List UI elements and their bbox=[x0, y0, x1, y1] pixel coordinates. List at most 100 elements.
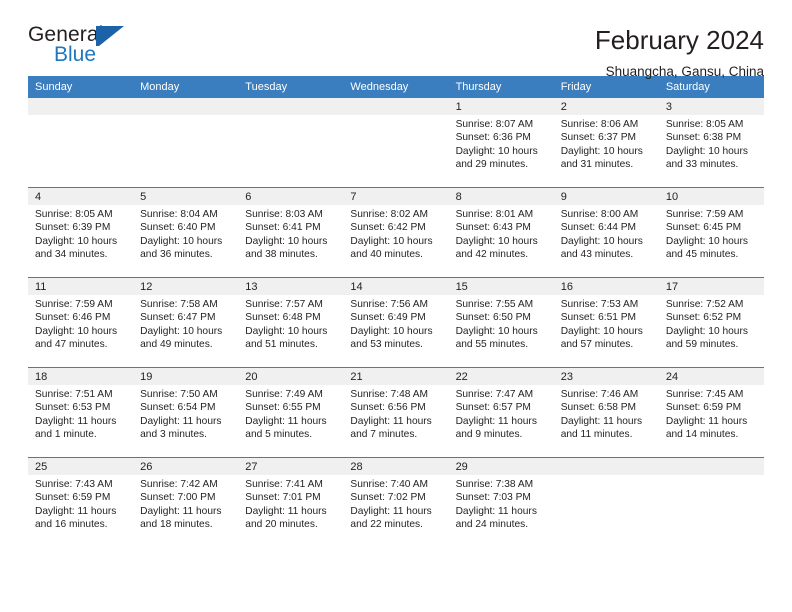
day-detail-line: and 55 minutes. bbox=[455, 338, 529, 350]
day-number: 20 bbox=[238, 368, 344, 385]
day-number: 18 bbox=[28, 368, 134, 385]
day-sun-details: Sunrise: 7:43 AM Sunset: 6:59 PM Daylight:… bbox=[28, 475, 133, 531]
calendar-day-cell[interactable]: 27 Sunrise: 7:41 AM Sunset: 7:01 PM Dayligh… bbox=[238, 457, 344, 547]
day-detail-line: Sunset: 7:03 PM bbox=[455, 492, 531, 504]
day-sun-details: Sunrise: 7:51 AM Sunset: 6:53 PM Daylight:… bbox=[28, 385, 133, 441]
day-detail-line: Sunset: 6:43 PM bbox=[455, 222, 531, 234]
day-detail-line: and 51 minutes. bbox=[245, 338, 318, 350]
calendar-day-cell[interactable]: 6 Sunrise: 8:03 AM Sunset: 6:41 PM Daylight… bbox=[238, 187, 344, 278]
day-number: 25 bbox=[28, 458, 134, 475]
day-header-monday: Monday bbox=[133, 76, 239, 98]
day-cell-inner: 11 Sunrise: 7:59 AM Sunset: 6:46 PM Dayligh… bbox=[28, 278, 134, 367]
day-detail-line: Sunset: 6:55 PM bbox=[245, 402, 321, 414]
calendar-day-cell[interactable]: 4 Sunrise: 8:05 AM Sunset: 6:39 PM Daylight… bbox=[28, 187, 134, 278]
calendar-day-cell[interactable]: 19 Sunrise: 7:50 AM Sunset: 6:54 PM Dayligh… bbox=[133, 367, 239, 458]
day-number: 26 bbox=[133, 458, 239, 475]
day-detail-line: Sunset: 6:51 PM bbox=[560, 312, 637, 324]
calendar-page: General Blue February 2024 Shuangcha, Ga… bbox=[0, 0, 792, 612]
day-detail-line: Sunrise: 7:43 AM bbox=[35, 479, 113, 490]
day-number: 5 bbox=[133, 188, 239, 205]
calendar-day-cell[interactable]: 20 Sunrise: 7:49 AM Sunset: 6:55 PM Dayligh… bbox=[238, 367, 344, 458]
day-detail-line: and 38 minutes. bbox=[245, 248, 318, 260]
calendar-day-cell[interactable]: 24 Sunrise: 7:45 AM Sunset: 6:59 PM Dayligh… bbox=[658, 367, 764, 458]
calendar-body: 1 Sunrise: 8:07 AM Sunset: 6:36 PM Daylight… bbox=[28, 98, 764, 547]
day-sun-details: Sunrise: 7:52 AM Sunset: 6:52 PM Daylight:… bbox=[659, 295, 764, 351]
calendar-day-cell[interactable]: 16 Sunrise: 7:53 AM Sunset: 6:51 PM Dayligh… bbox=[553, 277, 659, 368]
day-detail-line: Daylight: 10 hours bbox=[665, 235, 748, 247]
calendar-day-cell[interactable]: 13 Sunrise: 7:57 AM Sunset: 6:48 PM Dayligh… bbox=[238, 277, 344, 368]
calendar-day-cell[interactable]: 29 Sunrise: 7:38 AM Sunset: 7:03 PM Dayligh… bbox=[448, 457, 554, 547]
calendar-day-cell bbox=[658, 457, 764, 547]
day-detail-line: and 33 minutes. bbox=[665, 158, 739, 170]
day-detail-line: and 14 minutes. bbox=[665, 428, 739, 440]
day-number bbox=[28, 98, 134, 115]
day-sun-details: Sunrise: 7:59 AM Sunset: 6:46 PM Daylight:… bbox=[28, 295, 133, 351]
day-cell-inner: 25 Sunrise: 7:43 AM Sunset: 6:59 PM Dayligh… bbox=[28, 458, 134, 547]
calendar-day-cell[interactable]: 28 Sunrise: 7:40 AM Sunset: 7:02 PM Dayligh… bbox=[343, 457, 449, 547]
day-detail-line: Sunset: 6:58 PM bbox=[560, 402, 637, 414]
day-detail-line: Sunrise: 7:47 AM bbox=[455, 389, 534, 400]
day-cell-inner: 22 Sunrise: 7:47 AM Sunset: 6:57 PM Dayligh… bbox=[448, 368, 554, 457]
calendar-day-cell[interactable]: 5 Sunrise: 8:04 AM Sunset: 6:40 PM Daylight… bbox=[133, 187, 239, 278]
day-number: 16 bbox=[553, 278, 659, 295]
day-cell-inner: 19 Sunrise: 7:50 AM Sunset: 6:54 PM Dayligh… bbox=[133, 368, 239, 457]
calendar-day-cell[interactable]: 1 Sunrise: 8:07 AM Sunset: 6:36 PM Daylight… bbox=[448, 98, 554, 188]
day-detail-line: and 9 minutes. bbox=[455, 428, 523, 440]
calendar-day-cell[interactable]: 15 Sunrise: 7:55 AM Sunset: 6:50 PM Dayligh… bbox=[448, 277, 554, 368]
calendar-day-cell[interactable]: 26 Sunrise: 7:42 AM Sunset: 7:00 PM Dayligh… bbox=[133, 457, 239, 547]
day-sun-details: Sunrise: 7:50 AM Sunset: 6:54 PM Daylight:… bbox=[133, 385, 238, 441]
calendar-day-cell[interactable]: 8 Sunrise: 8:01 AM Sunset: 6:43 PM Daylight… bbox=[448, 187, 554, 278]
day-detail-line: Sunset: 6:41 PM bbox=[245, 222, 321, 234]
day-sun-details: Sunrise: 8:00 AM Sunset: 6:44 PM Daylight:… bbox=[554, 205, 659, 261]
day-detail-line: Sunset: 6:47 PM bbox=[140, 312, 216, 324]
calendar-day-cell[interactable]: 25 Sunrise: 7:43 AM Sunset: 6:59 PM Dayligh… bbox=[28, 457, 134, 547]
day-detail-line: Daylight: 11 hours bbox=[140, 415, 222, 427]
calendar-day-cell[interactable]: 3 Sunrise: 8:05 AM Sunset: 6:38 PM Daylight… bbox=[658, 98, 764, 188]
day-number bbox=[553, 458, 659, 475]
day-detail-line: Sunrise: 8:00 AM bbox=[560, 209, 639, 220]
day-header-tuesday: Tuesday bbox=[238, 76, 344, 98]
day-detail-line: Daylight: 10 hours bbox=[455, 325, 538, 337]
day-detail-line: Sunrise: 8:01 AM bbox=[455, 209, 534, 220]
day-sun-details: Sunrise: 7:53 AM Sunset: 6:51 PM Daylight:… bbox=[554, 295, 659, 351]
calendar-day-cell[interactable]: 7 Sunrise: 8:02 AM Sunset: 6:42 PM Daylight… bbox=[343, 187, 449, 278]
day-detail-line: Daylight: 11 hours bbox=[560, 415, 643, 427]
day-sun-details: Sunrise: 7:42 AM Sunset: 7:00 PM Daylight:… bbox=[133, 475, 238, 531]
day-number: 15 bbox=[448, 278, 554, 295]
calendar-day-cell[interactable]: 17 Sunrise: 7:52 AM Sunset: 6:52 PM Dayligh… bbox=[658, 277, 764, 368]
day-detail-line: and 43 minutes. bbox=[560, 248, 634, 260]
calendar-week-row: 11 Sunrise: 7:59 AM Sunset: 6:46 PM Dayligh… bbox=[28, 277, 764, 368]
day-cell-inner: 12 Sunrise: 7:58 AM Sunset: 6:47 PM Dayligh… bbox=[133, 278, 239, 367]
day-sun-details bbox=[133, 115, 238, 118]
calendar-day-cell[interactable]: 9 Sunrise: 8:00 AM Sunset: 6:44 PM Daylight… bbox=[553, 187, 659, 278]
brand-logo[interactable]: General Blue bbox=[28, 24, 148, 72]
calendar-day-cell[interactable]: 23 Sunrise: 7:46 AM Sunset: 6:58 PM Dayligh… bbox=[553, 367, 659, 458]
calendar-day-cell[interactable]: 22 Sunrise: 7:47 AM Sunset: 6:57 PM Dayligh… bbox=[448, 367, 554, 458]
day-detail-line: Daylight: 11 hours bbox=[245, 415, 327, 427]
calendar-week-row: 18 Sunrise: 7:51 AM Sunset: 6:53 PM Dayligh… bbox=[28, 367, 764, 458]
day-number bbox=[238, 98, 344, 115]
day-cell-inner bbox=[238, 98, 344, 187]
day-number bbox=[343, 98, 449, 115]
day-detail-line: Sunrise: 7:58 AM bbox=[140, 299, 218, 310]
calendar-day-cell[interactable]: 10 Sunrise: 7:59 AM Sunset: 6:45 PM Dayligh… bbox=[658, 187, 764, 278]
calendar-day-cell[interactable]: 12 Sunrise: 7:58 AM Sunset: 6:47 PM Dayligh… bbox=[133, 277, 239, 368]
day-detail-line: Daylight: 11 hours bbox=[455, 505, 537, 517]
day-number: 10 bbox=[658, 188, 764, 205]
day-detail-line: Sunset: 7:02 PM bbox=[350, 492, 426, 504]
day-number: 14 bbox=[343, 278, 449, 295]
day-detail-line: Sunset: 6:37 PM bbox=[560, 132, 637, 144]
day-detail-line: Daylight: 10 hours bbox=[455, 235, 538, 247]
calendar-day-cell[interactable]: 14 Sunrise: 7:56 AM Sunset: 6:49 PM Dayligh… bbox=[343, 277, 449, 368]
calendar-day-cell bbox=[133, 98, 239, 188]
day-sun-details: Sunrise: 8:06 AM Sunset: 6:37 PM Daylight:… bbox=[554, 115, 659, 171]
calendar-day-cell[interactable]: 11 Sunrise: 7:59 AM Sunset: 6:46 PM Dayligh… bbox=[28, 277, 134, 368]
calendar-day-cell[interactable]: 18 Sunrise: 7:51 AM Sunset: 6:53 PM Dayligh… bbox=[28, 367, 134, 458]
day-sun-details bbox=[238, 115, 343, 118]
day-cell-inner: 4 Sunrise: 8:05 AM Sunset: 6:39 PM Daylight… bbox=[28, 188, 134, 277]
day-sun-details: Sunrise: 7:59 AM Sunset: 6:45 PM Daylight:… bbox=[659, 205, 764, 261]
calendar-day-cell[interactable]: 2 Sunrise: 8:06 AM Sunset: 6:37 PM Daylight… bbox=[553, 98, 659, 188]
calendar-day-cell[interactable]: 21 Sunrise: 7:48 AM Sunset: 6:56 PM Dayligh… bbox=[343, 367, 449, 458]
day-detail-line: Sunrise: 7:41 AM bbox=[245, 479, 323, 490]
day-cell-inner: 1 Sunrise: 8:07 AM Sunset: 6:36 PM Daylight… bbox=[448, 98, 554, 187]
